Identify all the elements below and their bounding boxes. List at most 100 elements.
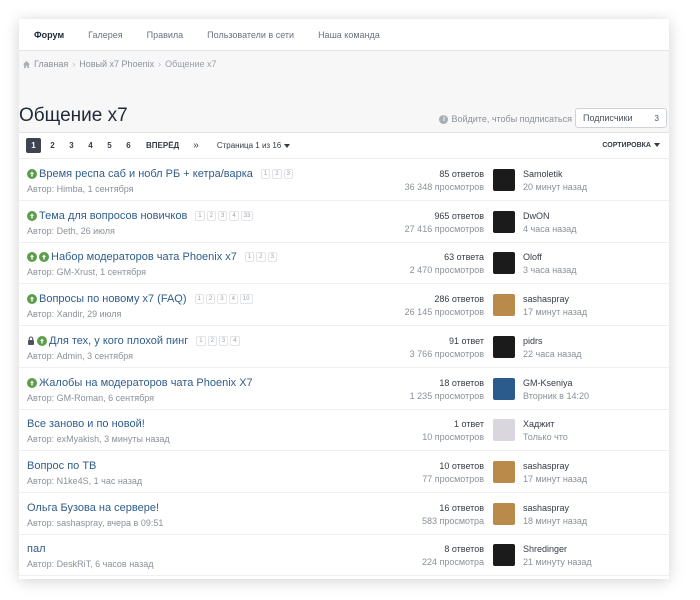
topic-page-link[interactable]: 2: [256, 252, 266, 263]
last-post-time[interactable]: 17 минут назад: [523, 307, 587, 317]
last-post-time[interactable]: 17 минут назад: [523, 474, 587, 484]
topic-stats: 8 ответов 224 просмотра: [422, 544, 484, 567]
topic-author: Автор: GM-Xrust, 1 сентября: [27, 267, 147, 278]
topic-stats: 91 ответ 3 766 просмотров: [410, 336, 484, 359]
topic-title-link[interactable]: Ольга Бузова на сервере!: [27, 502, 159, 514]
topic-row[interactable]: Все заново и по новой! Автор: exMyakish, …: [19, 410, 669, 452]
last-post-time[interactable]: 3 часа назад: [523, 265, 576, 275]
topic-title-link[interactable]: Жалобы на модераторов чата Phoenix X7: [39, 377, 253, 389]
avatar[interactable]: [493, 169, 515, 191]
reply-count: 85 ответов: [439, 169, 484, 179]
last-post-time[interactable]: 21 минуту назад: [523, 557, 592, 567]
topic-row[interactable]: Для тех, у кого плохой пинг 1 2 3 4 Автор: Ad…: [19, 327, 669, 368]
topic-page-link[interactable]: 3: [217, 294, 227, 305]
sort-dropdown[interactable]: СОРТИРОВКА: [602, 142, 660, 149]
tab-forum[interactable]: Форум: [22, 19, 76, 51]
last-post-time[interactable]: 18 минут назад: [523, 516, 587, 526]
topic-title-link[interactable]: Вопросы по новому x7 (FAQ): [39, 293, 187, 305]
avatar[interactable]: [493, 210, 515, 233]
topic-row[interactable]: Ольга Бузова на сервере! Автор: sashaspra…: [19, 494, 669, 535]
last-post-user[interactable]: GM-Kseniya: [523, 378, 589, 388]
topic-title-link[interactable]: Все заново и по новой!: [27, 418, 145, 430]
page-link-2[interactable]: 2: [45, 138, 60, 153]
topic-title-link[interactable]: пал: [27, 543, 46, 555]
topic-row[interactable]: Набор модераторов чата Phoenix x7 1 2 3 Авто…: [19, 243, 669, 285]
page-jump-dropdown[interactable]: Страница 1 из 16: [217, 141, 291, 150]
pinned-icon: [27, 169, 37, 179]
tab-rules[interactable]: Правила: [135, 19, 196, 51]
topic-mini-pagination: 1 2 3 4 10: [194, 294, 255, 305]
avatar[interactable]: [493, 252, 515, 275]
last-post-time[interactable]: Вторник в 14:20: [523, 391, 589, 401]
topic-page-link[interactable]: 1: [195, 210, 205, 221]
topic-row[interactable]: пал Автор: DeskRiT, 6 часов назад 8 ответо…: [19, 535, 669, 577]
last-post-user[interactable]: sashaspray: [523, 294, 587, 304]
avatar[interactable]: [493, 419, 515, 442]
last-post-user[interactable]: Samoletik: [523, 169, 587, 179]
topic-page-link[interactable]: 1: [194, 294, 204, 305]
page-link-5[interactable]: 5: [102, 138, 117, 153]
topic-title-link[interactable]: Набор модераторов чата Phoenix x7: [51, 251, 237, 263]
tab-our-team[interactable]: Наша команда: [306, 19, 392, 51]
last-post-user[interactable]: DwON: [523, 211, 576, 221]
topic-page-link[interactable]: 3: [217, 210, 228, 221]
breadcrumb-home[interactable]: Главная: [34, 59, 68, 69]
last-post-time[interactable]: 4 часа назад: [523, 224, 576, 234]
page-link-4[interactable]: 4: [83, 138, 98, 153]
topic-page-link[interactable]: 2: [272, 169, 282, 179]
avatar[interactable]: [493, 335, 515, 358]
topic-page-link[interactable]: 2: [207, 335, 217, 346]
topic-page-link[interactable]: 3: [267, 252, 277, 263]
last-post-user[interactable]: sashaspray: [523, 461, 587, 471]
topic-title-line: Ольга Бузова на сервере!: [27, 502, 159, 514]
topic-row[interactable]: Время респа саб и нобл РБ + кетра/варка 1…: [19, 160, 669, 201]
topic-page-link[interactable]: 3: [218, 335, 229, 346]
topic-row[interactable]: Жалобы на модераторов чата Phoenix X7 Авт…: [19, 369, 669, 410]
avatar[interactable]: [493, 460, 515, 483]
topic-row[interactable]: Тема для вопросов новичков 1 2 3 4 33 Автор: D…: [19, 202, 669, 243]
last-post-user[interactable]: Oloff: [523, 252, 576, 262]
tab-online-users[interactable]: Пользователи в сети: [195, 19, 306, 51]
last-post-user[interactable]: Shredinger: [523, 544, 592, 554]
topic-page-link[interactable]: 3: [283, 169, 293, 179]
avatar[interactable]: [493, 294, 515, 317]
last-post-time[interactable]: Только что: [523, 432, 568, 442]
last-post-user[interactable]: Хаджит: [523, 419, 568, 429]
topic-title-link[interactable]: Время респа саб и нобл РБ + кетра/варка: [39, 168, 253, 180]
topic-title-link[interactable]: Тема для вопросов новичков: [39, 210, 187, 222]
last-post-user[interactable]: sashaspray: [523, 503, 587, 513]
topic-page-link[interactable]: 2: [205, 294, 216, 305]
avatar[interactable]: [493, 544, 515, 567]
view-count: 2 470 просмотров: [409, 265, 484, 276]
topic-page-link[interactable]: 4: [230, 335, 240, 346]
last-post-user[interactable]: pidrs: [523, 336, 581, 346]
page-link-6[interactable]: 6: [121, 138, 136, 153]
topic-author: Автор: Admin, 3 сентября: [27, 350, 134, 361]
topic-row[interactable]: Вопросы по новому x7 (FAQ) 1 2 3 4 10 Автор: X…: [19, 285, 669, 327]
topic-page-link[interactable]: 10: [239, 294, 253, 305]
topic-author: Автор: GM-Roman, 6 сентября: [27, 392, 155, 403]
followers-button[interactable]: Подписчики 3: [575, 108, 667, 128]
topic-row[interactable]: Вопрос по ТВ Автор: N1ke4S, 1 час назад 10…: [19, 452, 669, 493]
page-link-3[interactable]: 3: [64, 138, 79, 153]
tab-gallery[interactable]: Галерея: [76, 19, 135, 51]
page-link-1[interactable]: 1: [26, 138, 41, 153]
next-page-button[interactable]: ВПЕРЁД: [146, 141, 179, 150]
breadcrumb-section[interactable]: Новый x7 Phoenix: [79, 59, 154, 69]
topic-title-link[interactable]: Вопрос по ТВ: [27, 460, 96, 472]
topic-page-link[interactable]: 33: [240, 210, 254, 221]
avatar[interactable]: [493, 377, 515, 400]
topic-page-link[interactable]: 1: [244, 252, 255, 263]
topic-page-link[interactable]: 1: [196, 335, 206, 346]
topic-page-link[interactable]: 4: [229, 210, 239, 221]
pinned-icon: [37, 335, 47, 346]
topic-page-link[interactable]: 1: [260, 169, 271, 179]
topic-page-link[interactable]: 2: [206, 210, 216, 221]
last-post-time[interactable]: 22 часа назад: [523, 349, 581, 359]
topic-page-link[interactable]: 4: [228, 294, 238, 305]
topic-title-link[interactable]: Для тех, у кого плохой пинг: [49, 335, 188, 347]
avatar[interactable]: [493, 502, 515, 525]
last-page-button[interactable]: »: [193, 140, 199, 151]
subscribe-hint[interactable]: i Войдите, чтобы подписаться: [439, 114, 572, 124]
last-post-time[interactable]: 20 минут назад: [523, 182, 587, 192]
